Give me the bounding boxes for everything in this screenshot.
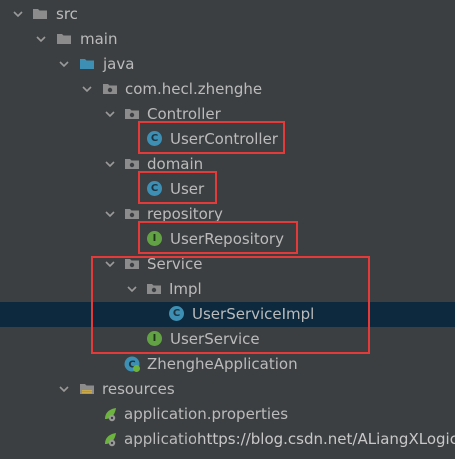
spring-config-icon	[105, 433, 116, 447]
chevron-down-icon[interactable]	[12, 8, 24, 20]
package-icon	[125, 209, 139, 219]
tree-label: application.properties	[124, 405, 289, 423]
highlight-box-user	[138, 171, 217, 204]
tree-node-package[interactable]: com.hecl.zhenghe	[0, 77, 455, 102]
resources-folder-icon	[80, 384, 94, 394]
tree-node-user[interactable]: C User	[0, 177, 455, 202]
highlight-box-user-controller	[138, 121, 285, 154]
tree-label: com.hecl.zhenghe	[125, 80, 263, 98]
tree-label: main	[80, 30, 118, 48]
chevron-down-icon[interactable]	[81, 83, 93, 95]
spring-boot-class-icon: C	[124, 356, 140, 372]
folder-icon	[57, 34, 71, 44]
folder-icon	[33, 9, 47, 19]
chevron-down-icon[interactable]	[58, 383, 70, 395]
tree-node-zhenghe-application[interactable]: C ZhengheApplication	[0, 352, 455, 377]
tree-label: ZhengheApplication	[147, 355, 298, 373]
spring-config-icon	[105, 408, 116, 422]
highlight-box-service	[91, 256, 370, 354]
highlight-box-user-repository	[138, 221, 298, 254]
chevron-down-icon[interactable]	[35, 33, 47, 45]
source-folder-icon	[80, 59, 94, 69]
tree-node-java[interactable]: java	[0, 52, 455, 77]
tree-node-src[interactable]: src	[0, 2, 455, 27]
chevron-down-icon[interactable]	[104, 108, 116, 120]
tree-node-main[interactable]: main	[0, 27, 455, 52]
package-icon	[103, 84, 117, 94]
chevron-down-icon[interactable]	[104, 208, 116, 220]
watermark-text: https://blog.csdn.net/ALiangXLogic	[197, 430, 455, 448]
tree-label: resources	[102, 380, 175, 398]
chevron-down-icon[interactable]	[104, 158, 116, 170]
tree-node-application-properties[interactable]: application.properties	[0, 402, 455, 427]
package-icon	[125, 159, 139, 169]
tree-label: application.yml	[124, 430, 196, 448]
chevron-down-icon[interactable]	[58, 58, 70, 70]
tree-label: src	[56, 5, 78, 23]
project-tree: src main java com.hecl.zhenghe Controlle…	[0, 0, 455, 459]
tree-node-resources[interactable]: resources	[0, 377, 455, 402]
package-icon	[125, 109, 139, 119]
tree-node-domain[interactable]: domain	[0, 152, 455, 177]
tree-label: java	[103, 55, 135, 73]
